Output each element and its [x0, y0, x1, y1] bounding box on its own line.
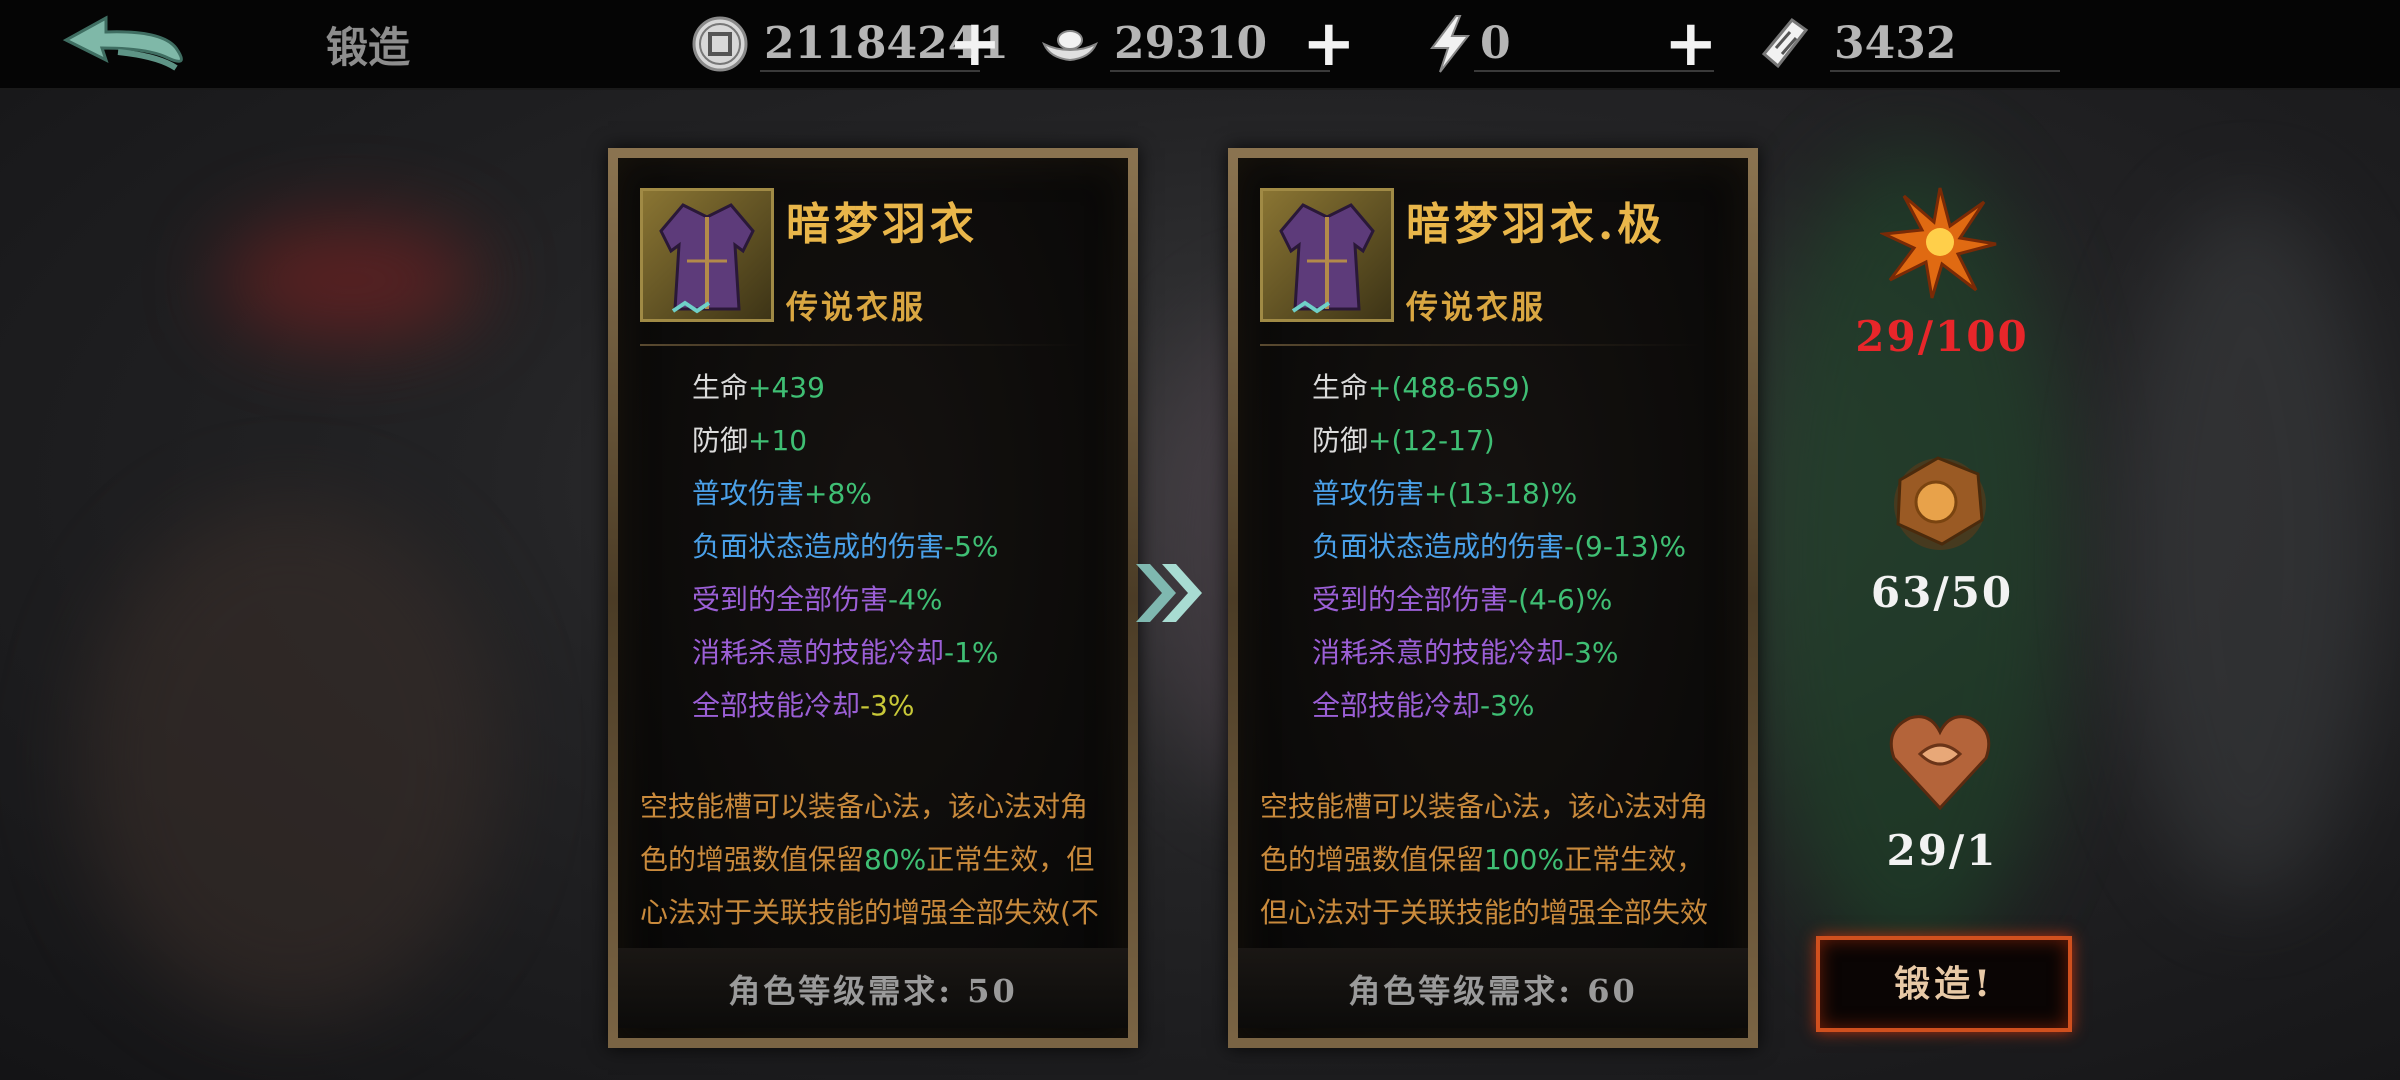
stat-row: 全部技能冷却-3% [1312, 684, 1535, 724]
stat-value: +(12-17) [1368, 424, 1495, 457]
material-count: 29/1 [1886, 826, 1998, 875]
item-name: 暗梦羽衣 [786, 199, 978, 250]
stat-value: +8% [804, 477, 872, 510]
ticket-icon [1761, 17, 1809, 69]
divider [760, 70, 980, 72]
current-item-card: 暗梦羽衣 传说衣服 生命+439 防御+10 普攻伤害+8% 负面状态造成的伤害… [608, 148, 1138, 1048]
heart-crest-icon[interactable] [1880, 700, 2000, 820]
resource-energy: 0 + [1420, 8, 1740, 80]
stat-label: 负面状态造成的伤害 [692, 530, 945, 563]
tickets-value: 3432 [1834, 18, 1957, 69]
resource-tickets: 3432 [1754, 8, 2074, 80]
bg-blur-right [2120, 200, 2380, 900]
stat-row: 全部技能冷却-3% [692, 684, 915, 724]
page-title: 锻造 [326, 23, 411, 72]
forge-button[interactable]: 锻造! [1816, 936, 2072, 1032]
robe-item-icon[interactable] [640, 188, 774, 322]
back-button[interactable] [58, 12, 198, 78]
stat-label: 消耗杀意的技能冷却 [1312, 636, 1565, 669]
stat-value: +439 [748, 371, 825, 404]
stat-row: 生命+439 [692, 366, 825, 406]
stat-value: -1% [944, 636, 999, 669]
upgraded-item-card: 暗梦羽衣.极 传说衣服 生命+(488-659) 防御+(12-17) 普攻伤害… [1228, 148, 1758, 1048]
level-requirement: 角色等级需求: 50 [728, 972, 1018, 1010]
material-count: 29/100 [1855, 312, 2029, 361]
stat-label: 防御 [692, 424, 749, 457]
stat-value: +10 [748, 424, 808, 457]
item-description: 空技能槽可以装备心法，该心法对角色的增强数值保留100%正常生效，但心法对于关联… [1260, 780, 1720, 948]
item-type: 传说衣服 [1406, 288, 1547, 326]
bg-blur-red [220, 220, 480, 340]
add-coins-button[interactable]: + [948, 12, 1002, 76]
stat-label: 普攻伤害 [1312, 477, 1425, 510]
stat-value: -3% [860, 689, 915, 722]
stat-value: +(488-659) [1368, 371, 1531, 404]
stat-row: 生命+(488-659) [1312, 366, 1530, 406]
silver-value: 29310 [1114, 18, 1268, 69]
resource-coins: 21184241 + [690, 8, 1010, 80]
resource-silver: 29310 + [1040, 8, 1370, 80]
robe-icon [659, 203, 755, 314]
divider [1830, 70, 2060, 72]
stat-value: -3% [1564, 636, 1619, 669]
stat-label: 负面状态造成的伤害 [1312, 530, 1565, 563]
stat-label: 生命 [1312, 371, 1369, 404]
stat-row: 消耗杀意的技能冷却-3% [1312, 631, 1619, 671]
stat-label: 生命 [692, 371, 749, 404]
stat-label: 消耗杀意的技能冷却 [692, 636, 945, 669]
fire-leaf-icon[interactable] [1880, 182, 2000, 302]
stat-label: 普攻伤害 [692, 477, 805, 510]
bg-blur-figure [80, 500, 500, 1020]
stat-row: 防御+10 [692, 419, 807, 459]
stat-row: 受到的全部伤害-4% [692, 578, 943, 618]
stat-row: 消耗杀意的技能冷却-1% [692, 631, 999, 671]
energy-value: 0 [1480, 18, 1511, 69]
add-energy-button[interactable]: + [1664, 12, 1718, 76]
top-bar: 锻造 21184241 + 29310 + 0 + 3432 [0, 0, 2400, 90]
stat-row: 防御+(12-17) [1312, 419, 1495, 459]
add-silver-button[interactable]: + [1302, 12, 1356, 76]
item-description: 空技能槽可以装备心法，该心法对角色的增强数值保留80%正常生效，但心法对于关联技… [640, 780, 1100, 948]
desc-highlight: 100% [1484, 843, 1565, 876]
coin-icon [692, 16, 748, 72]
stat-row: 受到的全部伤害-(4-6)% [1312, 578, 1612, 618]
stat-label: 全部技能冷却 [692, 689, 861, 722]
stat-label: 全部技能冷却 [1312, 689, 1481, 722]
stat-row: 普攻伤害+8% [692, 472, 872, 512]
stat-row: 负面状态造成的伤害-5% [692, 525, 999, 565]
silver-ingot-icon [1042, 30, 1098, 62]
material-count: 63/50 [1870, 568, 2014, 617]
stat-value: -5% [944, 530, 999, 563]
level-requirement: 角色等级需求: 60 [1348, 972, 1638, 1010]
lightning-icon [1430, 15, 1471, 73]
stat-value: -4% [888, 583, 943, 616]
stat-value: -(9-13)% [1564, 530, 1687, 563]
stat-row: 负面状态造成的伤害-(9-13)% [1312, 525, 1686, 565]
desc-highlight: 80% [864, 843, 927, 876]
back-arrow-icon [62, 15, 183, 71]
stat-value: -(4-6)% [1508, 583, 1613, 616]
double-chevron-right-icon [1136, 564, 1202, 622]
item-type: 传说衣服 [786, 288, 927, 326]
stat-value: -3% [1480, 689, 1535, 722]
stat-label: 受到的全部伤害 [1312, 583, 1509, 616]
robe-item-icon[interactable] [1260, 188, 1394, 322]
stat-label: 防御 [1312, 424, 1369, 457]
ore-chunk-icon[interactable] [1880, 440, 2000, 560]
divider [640, 344, 1080, 346]
stat-row: 普攻伤害+(13-18)% [1312, 472, 1577, 512]
stat-value: +(13-18)% [1424, 477, 1578, 510]
divider [1260, 344, 1700, 346]
robe-icon [1279, 203, 1375, 314]
divider [1110, 70, 1330, 72]
stat-label: 受到的全部伤害 [692, 583, 889, 616]
item-name: 暗梦羽衣.极 [1406, 199, 1666, 250]
